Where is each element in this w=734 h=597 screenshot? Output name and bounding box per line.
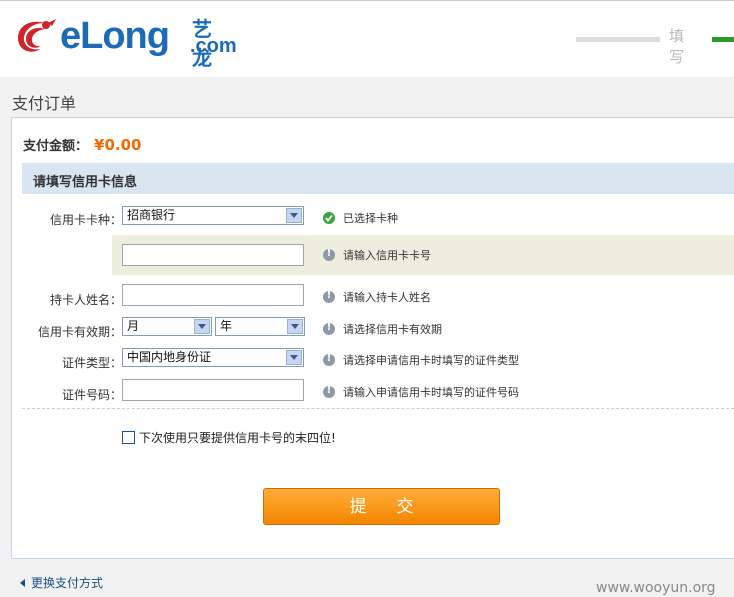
chevron-down-icon[interactable]: [194, 319, 210, 334]
submit-button[interactable]: 提交: [263, 488, 500, 525]
row-holder-name: 持卡人姓名： 请输入持卡人姓名: [12, 284, 734, 314]
amount-value: ¥0.00: [94, 136, 142, 154]
holder-name-input[interactable]: [122, 284, 304, 306]
id-number-label: 证件号码：: [61, 388, 122, 402]
change-payment-label: 更换支付方式: [31, 576, 104, 590]
id-type-select[interactable]: 中国内地身份证: [122, 348, 304, 367]
change-payment-link[interactable]: 更换支付方式: [20, 574, 103, 591]
id-number-input[interactable]: [122, 379, 304, 401]
expiry-year-value: 年: [220, 319, 233, 333]
chevron-down-icon[interactable]: [286, 208, 302, 223]
remember-card-option[interactable]: 下次使用只要提供信用卡号的末四位!: [122, 429, 336, 446]
holder-name-hint: 请输入持卡人姓名: [323, 289, 431, 305]
card-type-hint-text: 已选择卡种: [343, 212, 398, 225]
arrow-left-icon: [20, 578, 25, 587]
step-label-fill: 填写: [669, 27, 685, 66]
holder-name-hint-text: 请输入持卡人姓名: [343, 291, 431, 304]
info-icon: [323, 248, 335, 261]
payment-panel: 支付金额： ¥0.00 请填写信用卡信息 信用卡卡种： 招商银行 已选择卡种 请输…: [11, 117, 734, 559]
card-number-hint: 请输入信用卡卡号: [323, 247, 431, 263]
step-bar-current: [712, 37, 734, 42]
id-type-value: 中国内地身份证: [127, 350, 212, 364]
id-type-hint-text: 请选择申请信用卡时填写的证件类型: [343, 354, 519, 367]
id-number-hint-text: 请输入申请信用卡时填写的证件号码: [343, 386, 519, 399]
expiry-hint: 请选择信用卡有效期: [323, 321, 442, 337]
row-id-type: 证件类型： 中国内地身份证 请选择申请信用卡时填写的证件类型: [12, 347, 734, 377]
card-type-value: 招商银行: [127, 208, 176, 222]
dragon-logo-icon: [12, 13, 58, 59]
row-id-number: 证件号码： 请输入申请信用卡时填写的证件号码: [12, 379, 734, 409]
elong-logo[interactable]: eLong 艺龙 .com: [12, 13, 237, 70]
card-type-hint: 已选择卡种: [323, 210, 398, 226]
expiry-month-value: 月: [127, 319, 140, 333]
id-type-hint: 请选择申请信用卡时填写的证件类型: [323, 352, 519, 368]
id-number-hint: 请输入申请信用卡时填写的证件号码: [323, 384, 519, 400]
expiry-year-select[interactable]: 年: [215, 317, 305, 336]
card-number-input[interactable]: [122, 244, 304, 266]
row-card-type: 信用卡卡种： 招商银行 已选择卡种: [12, 204, 734, 234]
brand-com: .com: [190, 35, 237, 57]
info-icon: [323, 353, 335, 366]
remember-label: 下次使用只要提供信用卡号的末四位!: [139, 431, 336, 445]
step-bar-previous: [576, 37, 660, 42]
section-title: 请填写信用卡信息: [33, 175, 138, 190]
holder-name-label: 持卡人姓名：: [49, 293, 122, 307]
payment-amount: 支付金额： ¥0.00: [23, 135, 141, 154]
chevron-down-icon[interactable]: [287, 319, 303, 334]
divider: [22, 408, 734, 409]
info-icon: [323, 385, 335, 398]
top-header: eLong 艺龙 .com 填写: [0, 0, 734, 77]
section-header: 请填写信用卡信息: [22, 163, 734, 194]
remember-checkbox[interactable]: [122, 431, 135, 444]
brand-name: eLong: [60, 15, 170, 57]
info-icon: [323, 290, 335, 303]
info-icon: [323, 322, 335, 335]
chevron-down-icon[interactable]: [286, 350, 302, 365]
amount-label: 支付金额：: [23, 139, 89, 154]
expiry-month-select[interactable]: 月: [122, 317, 212, 336]
card-type-select[interactable]: 招商银行: [122, 206, 304, 225]
page-title: 支付订单: [12, 94, 77, 113]
card-number-hint-text: 请输入信用卡卡号: [343, 249, 431, 262]
card-type-label: 信用卡卡种：: [49, 213, 122, 227]
watermark: www.wooyun.org: [596, 580, 716, 596]
expiry-label: 信用卡有效期：: [37, 325, 122, 339]
expiry-hint-text: 请选择信用卡有效期: [343, 323, 442, 336]
id-type-label: 证件类型：: [61, 356, 122, 370]
row-expiry: 信用卡有效期： 月 年 请选择信用卡有效期: [12, 316, 734, 346]
check-icon: [323, 212, 335, 224]
